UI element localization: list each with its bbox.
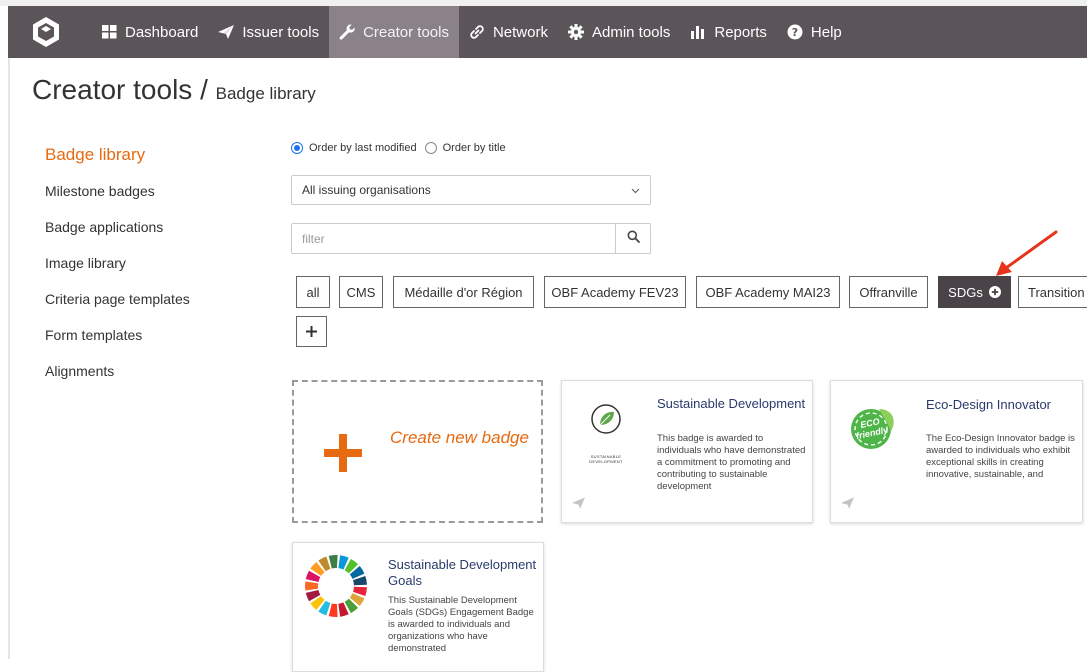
tag-all[interactable]: all bbox=[296, 276, 330, 308]
nav-network[interactable]: Network bbox=[459, 6, 558, 58]
tag-medaille-dor-region-label: Médaille d'or Région bbox=[404, 284, 523, 300]
badge-image bbox=[303, 553, 369, 624]
sdg-wheel-segment bbox=[328, 555, 338, 569]
issuing-organisation-select[interactable]: All issuing organisations bbox=[291, 175, 651, 205]
badge-card-description: The Eco-Design Innovator badge is awarde… bbox=[926, 433, 1075, 480]
badge-card-title: Sustainable Development Goals bbox=[388, 557, 537, 588]
link-icon bbox=[469, 24, 485, 40]
left-border bbox=[8, 58, 10, 659]
nav-help-label: Help bbox=[810, 23, 842, 41]
paper-plane-icon bbox=[218, 25, 235, 39]
nav-reports[interactable]: Reports bbox=[680, 6, 777, 58]
sidebar-item-image-library[interactable]: Image library bbox=[45, 253, 190, 289]
issuing-organisation-select-value: All issuing organisations bbox=[302, 183, 431, 197]
tag-obf-academy-fev23[interactable]: OBF Academy FEV23 bbox=[544, 276, 686, 308]
nav-admin-tools[interactable]: Admin tools bbox=[558, 6, 680, 58]
nav-creator-tools[interactable]: Creator tools bbox=[329, 6, 459, 58]
radio-order-title[interactable] bbox=[424, 142, 437, 154]
search-icon bbox=[627, 230, 640, 248]
badge-image-caption: SUSTAINABLE DEVELOPMENT bbox=[589, 454, 623, 464]
chevron-down-icon bbox=[631, 183, 640, 197]
sidebar-item-form-templates[interactable]: Form templates bbox=[45, 325, 190, 361]
sidebar-item-alignments[interactable]: Alignments bbox=[45, 361, 190, 397]
radio-order-title-label: Order by title bbox=[442, 142, 506, 154]
app-logo[interactable] bbox=[24, 10, 68, 54]
paper-plane-icon bbox=[841, 496, 854, 514]
create-new-badge-label: Create new badge bbox=[390, 428, 529, 447]
search-button[interactable] bbox=[615, 223, 651, 254]
tag-offranville-label: Offranville bbox=[859, 284, 918, 300]
nav-issuer-tools-label: Issuer tools bbox=[242, 23, 320, 41]
page-title-main: Creator tools / bbox=[32, 74, 208, 105]
nav-dashboard-label: Dashboard bbox=[125, 23, 199, 41]
badge-card-description: This Sustainable Development Goals (SDGs… bbox=[388, 595, 534, 654]
badge-card-title: Eco-Design Innovator bbox=[926, 397, 1052, 412]
page-title: Creator tools / Badge library bbox=[32, 74, 316, 106]
sidebar-item-milestone-badges[interactable]: Milestone badges bbox=[45, 181, 190, 217]
badge-image: SUSTAINABLE DEVELOPMENT bbox=[576, 403, 636, 464]
badge-card-title: Sustainable Development bbox=[657, 396, 806, 411]
order-radio-group: Order by last modified Order by title bbox=[291, 142, 506, 154]
question-icon: ? bbox=[787, 24, 803, 40]
badge-image: ECO friendly bbox=[845, 399, 905, 459]
tag-medaille-dor-region[interactable]: Médaille d'or Région bbox=[393, 276, 534, 308]
sidebar: Badge library Milestone badges Badge app… bbox=[45, 145, 190, 397]
badge-card-sustainable-development[interactable]: SUSTAINABLE DEVELOPMENT Sustainable Deve… bbox=[561, 380, 813, 523]
sdg-wheel-segment bbox=[328, 603, 338, 617]
nav-creator-tools-label: Creator tools bbox=[363, 23, 449, 41]
tag-obf-academy-mai23[interactable]: OBF Academy MAI23 bbox=[696, 276, 840, 308]
nav-dashboard[interactable]: Dashboard bbox=[92, 6, 208, 58]
svg-text:?: ? bbox=[792, 26, 798, 39]
sidebar-item-badge-applications[interactable]: Badge applications bbox=[45, 217, 190, 253]
nav-admin-tools-label: Admin tools bbox=[591, 23, 671, 41]
sdg-wheel-segment bbox=[305, 581, 319, 591]
tag-sdgs-label: SDGs bbox=[948, 284, 983, 300]
tag-transition[interactable]: Transition bbox=[1018, 276, 1087, 308]
radio-order-last-modified-label: Order by last modified bbox=[309, 142, 417, 154]
paper-plane-icon bbox=[572, 496, 585, 514]
nav-help[interactable]: ? Help bbox=[777, 6, 852, 58]
create-new-badge-card[interactable]: Create new badge bbox=[292, 380, 543, 523]
grid-icon bbox=[102, 25, 117, 39]
add-tag-button[interactable] bbox=[296, 316, 327, 347]
plus-circle-icon bbox=[988, 286, 1001, 298]
nav-network-label: Network bbox=[492, 23, 548, 41]
tag-transition-label: Transition bbox=[1028, 284, 1085, 300]
badge-card-sustainable-development-goals[interactable]: Sustainable Development Goals This Susta… bbox=[292, 542, 544, 672]
tag-obf-academy-mai23-label: OBF Academy MAI23 bbox=[705, 284, 831, 300]
gear-icon bbox=[567, 24, 584, 40]
sidebar-item-criteria-page-templates[interactable]: Criteria page templates bbox=[45, 289, 190, 325]
tag-all-label: all bbox=[306, 284, 320, 300]
radio-order-last-modified[interactable] bbox=[291, 142, 303, 154]
nav-reports-label: Reports bbox=[714, 23, 767, 41]
top-nav-bar: Dashboard Issuer tools Creator tools Net… bbox=[8, 6, 1087, 58]
plus-icon bbox=[324, 434, 362, 477]
tag-sdgs[interactable]: SDGs bbox=[938, 276, 1011, 308]
nav-issuer-tools[interactable]: Issuer tools bbox=[208, 6, 329, 58]
tag-offranville[interactable]: Offranville bbox=[849, 276, 928, 308]
filter-input[interactable]: filter bbox=[291, 223, 616, 254]
wrench-icon bbox=[339, 24, 355, 40]
plus-icon bbox=[306, 321, 317, 342]
bar-chart-icon bbox=[690, 25, 706, 40]
page-title-sub: Badge library bbox=[215, 84, 316, 103]
tag-obf-academy-fev23-label: OBF Academy FEV23 bbox=[551, 284, 679, 300]
tag-cms-label: CMS bbox=[346, 284, 376, 300]
badge-card-description: This badge is awarded to individuals who… bbox=[657, 433, 806, 492]
tag-cms[interactable]: CMS bbox=[339, 276, 383, 308]
sidebar-item-badge-library[interactable]: Badge library bbox=[45, 145, 190, 181]
annotation-arrow bbox=[996, 230, 1058, 276]
badge-card-eco-design-innovator[interactable]: ECO friendly Eco-Design Innovator The Ec… bbox=[830, 380, 1083, 523]
